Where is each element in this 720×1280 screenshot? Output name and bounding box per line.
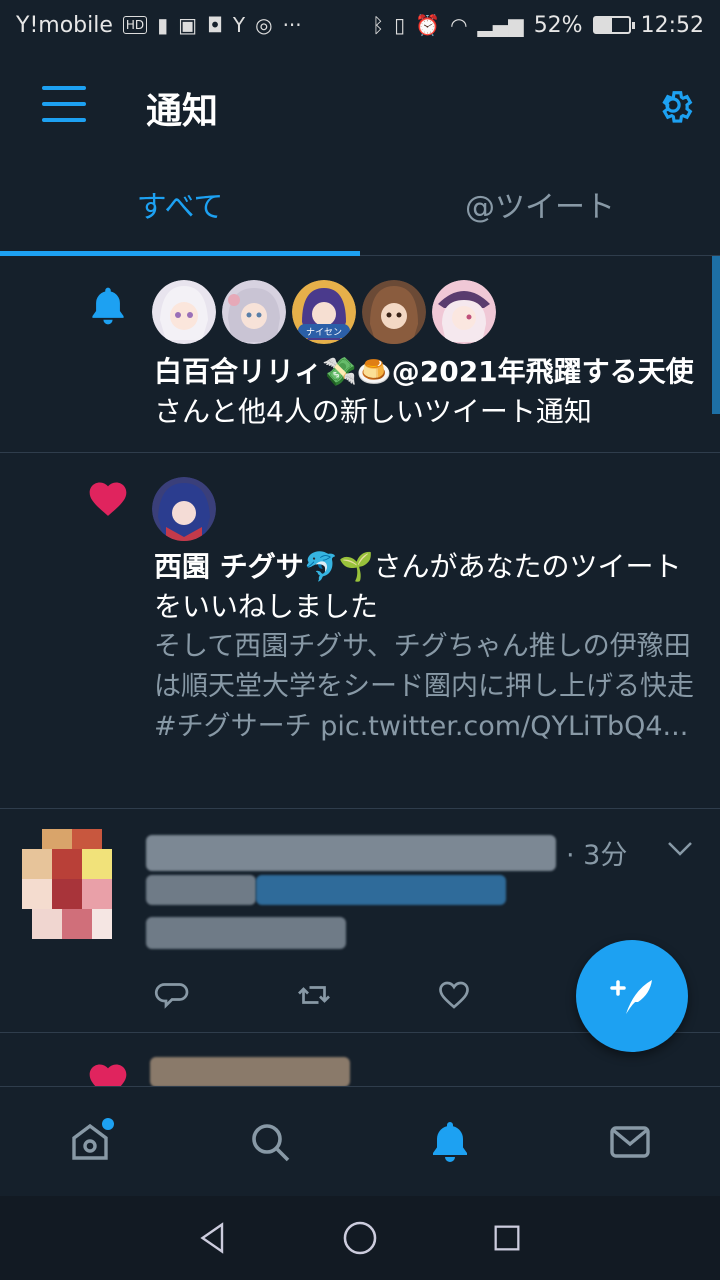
home-button[interactable] [338,1216,382,1260]
bell-icon [433,1121,467,1162]
cell-signal-icon: ▂▄▆ [477,13,524,37]
bottom-navigation [0,1086,720,1196]
signal-small-icon: ▮ [157,13,169,37]
notification-item[interactable]: ナイセン 白百合リリィ💸🍮@2021年飛躍する天使さんと他4人の新しいツイート通… [0,256,720,453]
tab-all[interactable]: すべて [0,160,360,256]
nav-home[interactable] [60,1112,120,1172]
carrier-label: Y!mobile [16,12,113,38]
back-button[interactable] [191,1216,235,1260]
tweet-link[interactable]: #チグサーチ pic.twitter.com/QYLiTbQ4... [154,711,688,742]
tweet-time: · 3分 [566,840,628,871]
blurred-link [256,875,506,905]
gear-icon[interactable] [652,84,694,126]
system-navigation [0,1196,720,1280]
chevron-down-icon[interactable] [666,839,694,859]
vibrate-icon: ▯ [394,13,406,37]
recents-icon [494,1225,520,1251]
nav-search[interactable] [240,1112,300,1172]
notification-tabs: すべて @ツイート [0,160,720,256]
user-name: 白百合リリィ💸🍮@2021年飛躍する天使 [154,355,694,388]
avatar-group: ナイセン [152,280,496,344]
user-name: 西園 チグサ🐬🌱 [154,550,374,583]
avatar[interactable] [22,829,130,947]
avatar[interactable] [432,280,496,344]
new-content-dot [102,1117,114,1130]
blurred-avatars [150,1057,350,1086]
liked-tweet-text: そして西園チグサ、チグちゃん推しの伊豫田は順天堂大学をシード圏内に押し上げる快走… [154,627,699,747]
notification-text: 白百合リリィ💸🍮@2021年飛躍する天使さんと他4人の新しいツイート通知 [154,352,694,432]
battery-saver-icon: ▣ [178,13,198,37]
home-circle-icon [343,1221,377,1255]
tab-mentions[interactable]: @ツイート [360,160,720,255]
blurred-username [146,835,556,871]
compose-tweet-button[interactable] [576,940,688,1052]
like-icon[interactable] [436,977,472,1013]
recents-button[interactable] [485,1216,529,1260]
svg-text:ナイセン: ナイセン [306,327,342,338]
mail-icon [610,1125,650,1158]
battery-percent: 52% [533,12,583,38]
bell-icon [92,287,124,325]
avatar[interactable] [152,280,216,344]
status-bar: Y!mobile HD ▮ ▣ ◘ Y ◎ ··· ᛒ ▯ ⏰ ◠ ▂▄▆ 52… [0,0,720,50]
app-notification-icon: ◘ [207,13,223,37]
battery-icon [592,16,635,34]
back-icon [200,1222,224,1254]
hamburger-icon [42,86,86,90]
blurred-text [146,917,346,949]
blurred-text [146,875,256,905]
heart-icon [89,1064,127,1086]
reply-icon[interactable] [154,977,190,1013]
nav-notifications[interactable] [420,1112,480,1172]
avatar[interactable] [152,477,216,541]
page-title: 通知 [146,91,219,132]
chrome-icon: ◎ [255,13,273,37]
nav-messages[interactable] [600,1112,660,1172]
more-dots-icon: ··· [282,13,302,37]
avatar[interactable] [362,280,426,344]
notification-item[interactable]: 西園 チグサ🐬🌱さんがあなたのツイートをいいねしました そして西園チグサ、チグち… [0,453,720,809]
retweet-icon[interactable] [296,977,332,1013]
search-icon [252,1123,290,1161]
avatar[interactable]: ナイセン [292,280,356,344]
feather-plus-icon [610,980,652,1014]
bluetooth-icon: ᛒ [372,13,385,37]
clock: 12:52 [640,12,704,38]
notification-text: 西園 チグサ🐬🌱さんがあなたのツイートをいいねしました [154,547,694,627]
yahoo-icon: Y [232,13,246,37]
alarm-icon: ⏰ [415,13,441,37]
wifi-icon: ◠ [450,13,468,37]
app-header: 通知 [0,50,720,160]
battery-fill [594,18,613,32]
heart-icon [89,482,127,516]
menu-button[interactable] [42,86,86,122]
tweet-body: そして西園チグサ、チグちゃん推しの伊豫田は順天堂大学をシード圏内に押し上げる快走 [154,631,694,702]
notification-suffix: さんと他4人の新しいツイート通知 [154,395,592,428]
avatar[interactable] [222,280,286,344]
hd-badge: HD [122,16,148,34]
